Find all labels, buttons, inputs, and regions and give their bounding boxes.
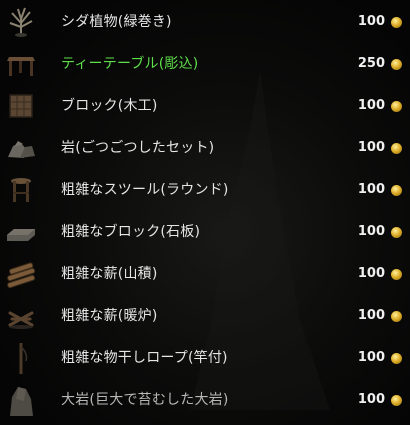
list-item[interactable]: 粗雑な物干しロープ(竿付) 100 — [0, 338, 410, 378]
item-name: ブロック(木工) — [61, 98, 158, 114]
item-price: 250 — [357, 56, 385, 71]
fireplace-wood-icon — [3, 298, 39, 334]
item-price: 100 — [357, 182, 385, 197]
gold-coin-icon — [391, 143, 402, 154]
item-price: 100 — [357, 140, 385, 155]
stone-slab-icon — [3, 214, 39, 250]
shop-item-list-panel: シダ植物(緑巻き) 100 ティーテーブル(彫込) 250 ブロック(木工) 1… — [0, 0, 410, 425]
item-price: 100 — [357, 350, 385, 365]
item-name: 岩(ごつごつしたセット) — [61, 140, 215, 156]
gold-coin-icon — [391, 269, 402, 280]
gold-coin-icon — [391, 17, 402, 28]
clothesline-icon — [3, 340, 39, 376]
item-name: ティーテーブル(彫込) — [61, 56, 199, 72]
round-stool-icon — [3, 172, 39, 208]
fern-plant-icon — [3, 4, 39, 40]
list-item[interactable]: 粗雑なブロック(石板) 100 — [0, 212, 410, 252]
item-price: 100 — [357, 98, 385, 113]
gold-coin-icon — [391, 311, 402, 322]
item-price: 100 — [357, 224, 385, 239]
list-item[interactable]: シダ植物(緑巻き) 100 — [0, 2, 410, 42]
item-name: 粗雑な薪(山積) — [61, 266, 158, 282]
item-price: 100 — [357, 266, 385, 281]
list-item[interactable]: 粗雑なスツール(ラウンド) 100 — [0, 170, 410, 210]
gold-coin-icon — [391, 101, 402, 112]
list-item[interactable]: 岩(ごつごつしたセット) 100 — [0, 128, 410, 168]
item-name: 粗雑な物干しロープ(竿付) — [61, 350, 228, 366]
gold-coin-icon — [391, 227, 402, 238]
item-price: 100 — [357, 14, 385, 29]
list-item[interactable]: ブロック(木工) 100 — [0, 86, 410, 126]
boulder-icon — [3, 382, 39, 418]
wooden-block-icon — [3, 88, 39, 124]
rock-set-icon — [3, 130, 39, 166]
list-item[interactable]: ティーテーブル(彫込) 250 — [0, 44, 410, 84]
gold-coin-icon — [391, 395, 402, 406]
item-price: 100 — [357, 392, 385, 407]
item-name: 粗雑なブロック(石板) — [61, 224, 201, 240]
item-name: 大岩(巨大で苔むした大岩) — [61, 392, 229, 408]
tea-table-icon — [3, 46, 39, 82]
gold-coin-icon — [391, 353, 402, 364]
list-item[interactable]: 大岩(巨大で苔むした大岩) 100 — [0, 380, 410, 420]
item-name: 粗雑なスツール(ラウンド) — [61, 182, 229, 198]
list-item[interactable]: 粗雑な薪(山積) 100 — [0, 254, 410, 294]
list-item[interactable]: 粗雑な薪(暖炉) 100 — [0, 296, 410, 336]
firewood-pile-icon — [3, 256, 39, 292]
gold-coin-icon — [391, 185, 402, 196]
item-name: 粗雑な薪(暖炉) — [61, 308, 158, 324]
gold-coin-icon — [391, 59, 402, 70]
item-price: 100 — [357, 308, 385, 323]
item-name: シダ植物(緑巻き) — [61, 14, 172, 30]
